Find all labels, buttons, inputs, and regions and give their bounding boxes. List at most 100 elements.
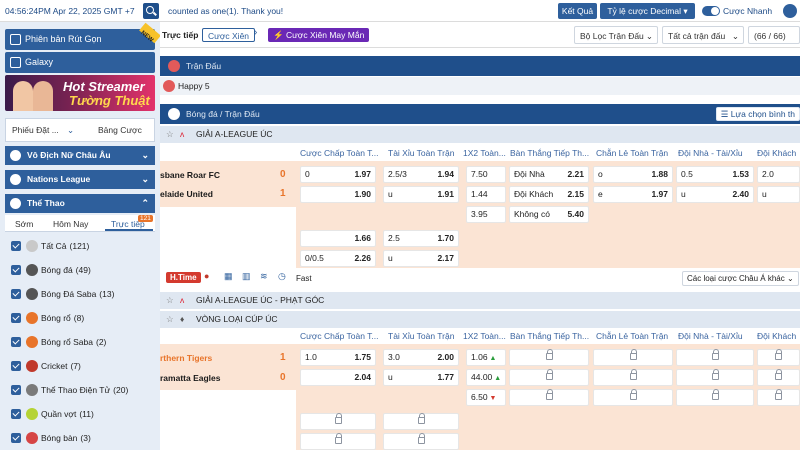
streamer-banner[interactable]: Hot Streamer Tường Thuật [5, 75, 155, 111]
sport-item[interactable]: Bóng rổ (8) [5, 306, 155, 330]
locked-odds-cell[interactable] [593, 369, 673, 386]
locked-odds-cell[interactable] [300, 413, 376, 430]
locked-odds-cell[interactable] [593, 389, 673, 406]
checkbox[interactable] [11, 433, 21, 443]
section-womens-euro[interactable]: Vô Địch Nữ Châu Âu ⌄ [5, 146, 155, 165]
sport-item[interactable]: Bóng đá (49) [5, 258, 155, 282]
match-filter-dropdown[interactable]: Bộ Lọc Trận Đấu ⌄ [574, 26, 658, 44]
galaxy-button[interactable]: Galaxy [5, 52, 155, 73]
lucky-parlay-button[interactable]: ⚡ Cược Xiên May Mắn [268, 28, 370, 42]
star-icon[interactable]: ☆ [166, 126, 174, 143]
lite-version-button[interactable]: Phiên bản Rút Gọn NEW [5, 22, 161, 50]
section-sports[interactable]: Thể Thao ⌃ [5, 194, 155, 213]
column-header[interactable]: Chẵn Lẻ Toàn Trận [596, 331, 668, 341]
odds-cell[interactable]: 0 1.97 [300, 166, 376, 183]
league-row[interactable]: ☆ ♦ VÒNG LOẠI CÚP ÚC [160, 311, 800, 328]
stats-icon[interactable]: ▥ [242, 271, 251, 282]
results-button[interactable]: Kết Quả [558, 3, 597, 19]
tab-early[interactable]: Sớm [15, 219, 33, 229]
column-header[interactable]: 1X2 Toàn... [463, 148, 506, 158]
column-header[interactable]: Đội Nhà - Tài/Xỉu [678, 148, 743, 158]
quick-bet-toggle[interactable] [702, 6, 720, 16]
checkbox[interactable] [11, 313, 21, 323]
checkbox[interactable] [11, 265, 21, 275]
star-icon[interactable]: ☆ [166, 311, 174, 328]
user-icon[interactable] [783, 4, 797, 18]
checkbox[interactable] [11, 241, 21, 251]
team-name[interactable]: sbane Roar FC [160, 170, 220, 180]
parlay-button[interactable]: Cược Xiên [202, 28, 256, 42]
odds-cell[interactable]: 3.95 [466, 206, 506, 223]
odds-cell[interactable]: 1.44 [466, 186, 506, 203]
odds-cell[interactable]: 2.5 1.70 [383, 230, 459, 247]
odds-cell[interactable]: 1.90 [300, 186, 376, 203]
odds-cell[interactable]: 1.0 1.75 [300, 349, 376, 366]
locked-odds-cell[interactable] [300, 433, 376, 450]
odds-cell[interactable]: o 1.88 [593, 166, 673, 183]
locked-odds-cell[interactable] [757, 389, 800, 406]
column-header[interactable]: Tài Xỉu Toàn Trận [388, 331, 454, 341]
asian-markets-dropdown[interactable]: Các loại cược Châu Á khác ⌄ [682, 271, 799, 286]
league-row[interactable]: ☆ ʌ GIẢI A-LEAGUE ÚC - PHẠT GÓC [160, 292, 800, 309]
locked-odds-cell[interactable] [676, 369, 754, 386]
odds-cell[interactable]: 1.66 [300, 230, 376, 247]
odds-cell[interactable]: 3.0 2.00 [383, 349, 459, 366]
tab-today[interactable]: Hôm Nay [53, 219, 88, 229]
checkbox[interactable] [11, 337, 21, 347]
odds-cell[interactable]: Đội Nhà 2.21 [509, 166, 589, 183]
history-icon[interactable]: ◷ [278, 271, 286, 282]
locked-odds-cell[interactable] [676, 389, 754, 406]
odds-cell[interactable]: 7.50 [466, 166, 506, 183]
group-football-header[interactable]: Bóng đá / Trận Đấu ☰ Lựa chọn bình th [160, 104, 800, 124]
column-header[interactable]: Cược Chấp Toàn T... [300, 148, 379, 158]
odds-cell[interactable]: u 1.91 [383, 186, 459, 203]
column-header[interactable]: 1X2 Toàn... [463, 331, 506, 341]
odds-cell[interactable]: 2.0 [757, 166, 800, 183]
happy5-row[interactable]: Happy 5 [160, 77, 800, 95]
odds-cell[interactable]: Không có 5.40 [509, 206, 589, 223]
sport-item[interactable]: Bóng rổ Saba (2) [5, 330, 155, 354]
league-row[interactable]: ☆ ʌ GIẢI A-LEAGUE ÚC [160, 126, 800, 143]
sport-item[interactable]: Bóng bàn (3) [5, 426, 155, 450]
column-header[interactable]: Bàn Thắng Tiếp Th... [510, 331, 589, 341]
search-icon[interactable] [143, 3, 159, 19]
odds-cell[interactable]: 1.06 ▲ [466, 349, 506, 366]
locked-odds-cell[interactable] [509, 369, 589, 386]
odds-cell[interactable]: 2.5/3 1.94 [383, 166, 459, 183]
checkbox[interactable] [11, 361, 21, 371]
checkbox[interactable] [11, 289, 21, 299]
chevron-down-icon[interactable]: ⌄ [67, 125, 74, 136]
team-name[interactable]: rthern Tigers [160, 353, 212, 363]
sport-item[interactable]: Bóng Đá Saba (13) [5, 282, 155, 306]
column-header[interactable]: Đội Khách [757, 331, 796, 341]
match-count-dropdown[interactable]: (66 / 66) [748, 26, 800, 44]
column-header[interactable]: Đội Nhà - Tài/Xỉu [678, 331, 743, 341]
checkbox[interactable] [11, 385, 21, 395]
locked-odds-cell[interactable] [383, 433, 459, 450]
sport-item[interactable]: Thể Thao Điện Tử (20) [5, 378, 155, 402]
odds-format-dropdown[interactable]: Tỷ lệ cược Decimal ▾ [600, 3, 695, 19]
odds-cell[interactable]: 0/0.5 2.26 [300, 250, 376, 267]
locked-odds-cell[interactable] [676, 349, 754, 366]
column-header[interactable]: Chẵn Lẻ Toàn Trận [596, 148, 668, 158]
odds-cell[interactable]: u 2.17 [383, 250, 459, 267]
odds-cell[interactable]: 0.5 1.53 [676, 166, 754, 183]
stream-icon[interactable]: ● [204, 271, 209, 281]
fast-market-label[interactable]: Fast [296, 274, 312, 283]
odds-cell[interactable]: u 2.40 [676, 186, 754, 203]
group-match-header[interactable]: Trận Đấu [160, 56, 800, 76]
locked-odds-cell[interactable] [509, 389, 589, 406]
tab-bet-list[interactable]: Bảng Cược [98, 125, 142, 135]
column-header[interactable]: Cược Chấp Toàn T... [300, 331, 379, 341]
section-nations-league[interactable]: Nations League ⌄ [5, 170, 155, 189]
tab-bet-slip[interactable]: Phiếu Đặt ... [12, 125, 59, 135]
column-header[interactable]: Đội Khách [757, 148, 796, 158]
all-matches-dropdown[interactable]: Tất cả trận đấu ⌄ [662, 26, 744, 44]
bet-type-select[interactable]: ☰ Lựa chọn bình th [715, 107, 800, 121]
column-header[interactable]: Bàn Thắng Tiếp Th... [510, 148, 589, 158]
odds-cell[interactable]: 6.50 ▼ [466, 389, 506, 406]
odds-cell[interactable]: 2.04 [300, 369, 376, 386]
locked-odds-cell[interactable] [593, 349, 673, 366]
odds-cell[interactable]: 44.00 ▲ [466, 369, 506, 386]
team-name[interactable]: elaide United [160, 189, 213, 199]
